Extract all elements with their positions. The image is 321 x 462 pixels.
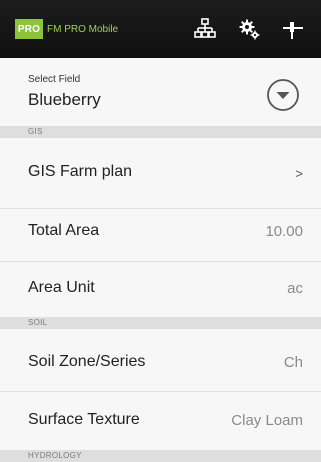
action-bar: PRO FM PRO Mobile [0, 0, 321, 58]
sitemap-icon [194, 18, 216, 38]
app-title: FM PRO Mobile [47, 23, 119, 35]
soil-zone-label: Soil Zone/Series [28, 353, 146, 370]
gis-farm-plan-label: GIS Farm plan [28, 163, 133, 180]
select-field[interactable]: Select Field Blueberry [0, 58, 321, 126]
app-logo: PRO [15, 19, 43, 39]
area-unit-row[interactable]: Area Unit ac [0, 262, 321, 317]
sitemap-button[interactable] [183, 7, 227, 51]
select-field-value: Blueberry [28, 90, 101, 109]
chevron-right-icon: > [295, 166, 303, 181]
area-unit-label: Area Unit [28, 279, 95, 296]
chevron-down-circle-icon [267, 79, 299, 111]
surface-texture-label: Surface Texture [28, 411, 140, 428]
area-unit-value: ac [287, 280, 303, 297]
pin-button[interactable] [271, 7, 315, 51]
section-header-soil: SOIL [0, 317, 321, 329]
app-screen: PRO FM PRO Mobile Select Field Blueberry… [0, 0, 321, 462]
total-area-row[interactable]: Total Area 10.00 [0, 209, 321, 262]
soil-zone-row[interactable]: Soil Zone/Series Ch [0, 329, 321, 392]
field-dropdown-button[interactable] [266, 78, 300, 112]
section-header-gis: GIS [0, 126, 321, 138]
section-header-hydrology: HYDROLOGY [0, 450, 321, 462]
select-field-label: Select Field [28, 74, 81, 85]
surface-texture-row[interactable]: Surface Texture Clay Loam [0, 392, 321, 450]
surface-texture-value: Clay Loam [231, 412, 303, 429]
settings-gears-icon [239, 19, 260, 40]
total-area-value: 10.00 [265, 223, 303, 240]
action-bar-icons [183, 0, 315, 58]
pin-icon [283, 22, 303, 39]
total-area-label: Total Area [28, 222, 100, 239]
gis-farm-plan-row[interactable]: GIS Farm plan > [0, 138, 321, 209]
settings-button[interactable] [227, 7, 271, 51]
soil-zone-value: Ch [283, 354, 303, 371]
